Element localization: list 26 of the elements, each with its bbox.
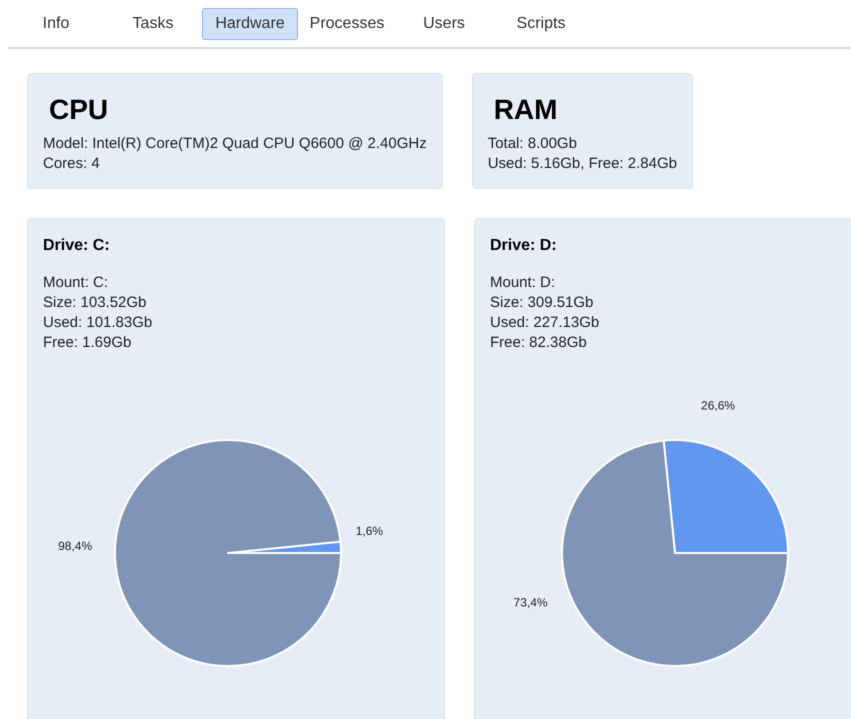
tab[interactable]: Info (8, 8, 104, 40)
drive-info-line: Mount: D: (490, 273, 556, 293)
tab[interactable]: Hardware (202, 8, 298, 40)
drive-info-line: Free: 1.69Gb (43, 333, 132, 353)
slice-label: 98,4% (58, 539, 92, 554)
slice-label: 26,6% (701, 398, 736, 412)
drive-title: Drive: D: (490, 237, 558, 255)
drive-info-line: Size: 309.51Gb (490, 293, 594, 313)
info-line: Total: 8.00Gb (488, 134, 578, 154)
info-line: Cores: 4 (43, 154, 101, 174)
slice-label: 1,6% (356, 524, 384, 538)
info-line: Used: 5.16Gb, Free: 2.84Gb (488, 154, 677, 174)
slice-label: 73,4% (514, 596, 548, 610)
info-line: Model: Intel(R) Core(TM)2 Quad CPU Q6600 @ 2.40GHz (43, 134, 427, 154)
tab[interactable]: Scripts (493, 8, 589, 40)
tab[interactable]: Tasks (105, 8, 201, 40)
tab[interactable]: Users (396, 8, 492, 40)
drive-info-line: Used: 101.83Gb (43, 313, 154, 333)
card-title: CPU (49, 94, 110, 126)
drive-title: Drive: C: (43, 237, 111, 255)
drive-info-line: Used: 227.13Gb (490, 313, 600, 333)
drive-info-line: Size: 103.52Gb (43, 293, 148, 313)
drive-info-line: Mount: C: (43, 273, 110, 293)
tab[interactable]: Processes (299, 8, 395, 40)
drive-info-line: Free: 82.38Gb (490, 333, 588, 353)
card-title: RAM (494, 94, 558, 126)
